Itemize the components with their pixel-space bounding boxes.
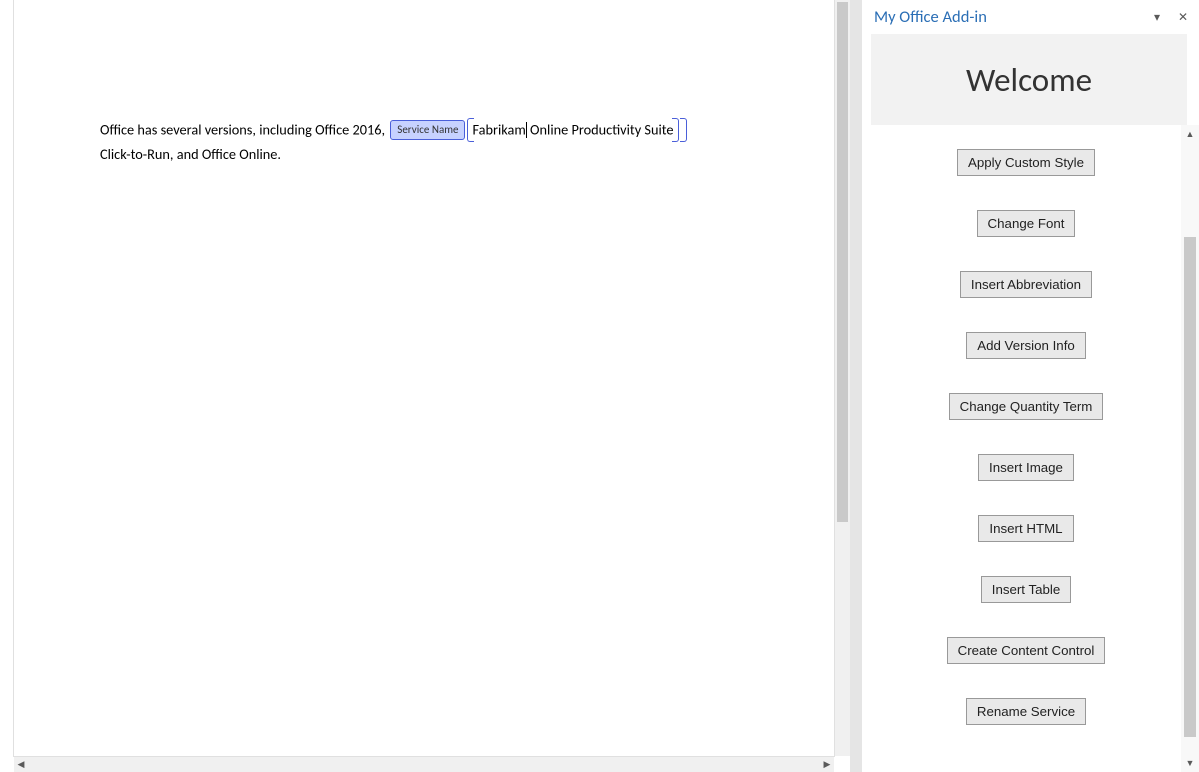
create-content-control-button[interactable]: Create Content Control <box>947 637 1106 664</box>
welcome-banner: Welcome <box>871 34 1187 125</box>
scroll-down-icon[interactable]: ▼ <box>1181 754 1199 772</box>
text-cursor <box>526 122 527 138</box>
scroll-up-icon[interactable]: ▲ <box>1181 125 1199 143</box>
apply-custom-style-button[interactable]: Apply Custom Style <box>957 149 1095 176</box>
content-control-text-part1: Fabrikam <box>472 120 525 138</box>
insert-image-button[interactable]: Insert Image <box>978 454 1074 481</box>
pane-separator[interactable] <box>850 0 862 772</box>
taskpane-menu-icon[interactable]: ▾ <box>1149 10 1165 25</box>
taskpane-body: Apply Custom Style Change Font Insert Ab… <box>871 125 1199 772</box>
rename-service-button[interactable]: Rename Service <box>966 698 1086 725</box>
content-control-tag[interactable]: Service Name <box>390 120 465 139</box>
scroll-left-icon[interactable]: ◀ <box>14 758 28 772</box>
content-control-bracket-close2-icon <box>679 118 687 144</box>
taskpane-scrollbar[interactable]: ▲ ▼ <box>1181 125 1199 772</box>
scrollbar-thumb[interactable] <box>1184 237 1196 737</box>
taskpane-header: My Office Add-in ▾ ✕ <box>862 0 1199 34</box>
document-vertical-scrollbar[interactable] <box>835 0 850 756</box>
document-horizontal-scrollbar[interactable]: ◀ ▶ <box>14 757 834 772</box>
document-body[interactable]: Office has several versions, including O… <box>14 0 834 164</box>
content-control-text-part2: Online Productivity Suite <box>527 120 674 138</box>
body-text-line2: Click-to-Run, and Office Online. <box>100 145 281 163</box>
insert-html-button[interactable]: Insert HTML <box>978 515 1073 542</box>
welcome-heading: Welcome <box>966 60 1092 100</box>
change-font-button[interactable]: Change Font <box>977 210 1076 237</box>
taskpane: My Office Add-in ▾ ✕ Welcome Apply Custo… <box>862 0 1199 772</box>
scrollbar-thumb[interactable] <box>837 2 848 522</box>
scroll-right-icon[interactable]: ▶ <box>820 758 834 772</box>
body-text: Office has several versions, including O… <box>100 120 388 138</box>
close-icon[interactable]: ✕ <box>1175 10 1191 25</box>
content-control-bracket-open-icon <box>467 118 472 144</box>
taskpane-title: My Office Add-in <box>874 7 987 27</box>
add-version-info-button[interactable]: Add Version Info <box>966 332 1086 359</box>
document-page[interactable]: Office has several versions, including O… <box>14 0 834 756</box>
change-quantity-term-button[interactable]: Change Quantity Term <box>949 393 1104 420</box>
document-area: Office has several versions, including O… <box>0 0 850 772</box>
insert-abbreviation-button[interactable]: Insert Abbreviation <box>960 271 1092 298</box>
insert-table-button[interactable]: Insert Table <box>981 576 1072 603</box>
